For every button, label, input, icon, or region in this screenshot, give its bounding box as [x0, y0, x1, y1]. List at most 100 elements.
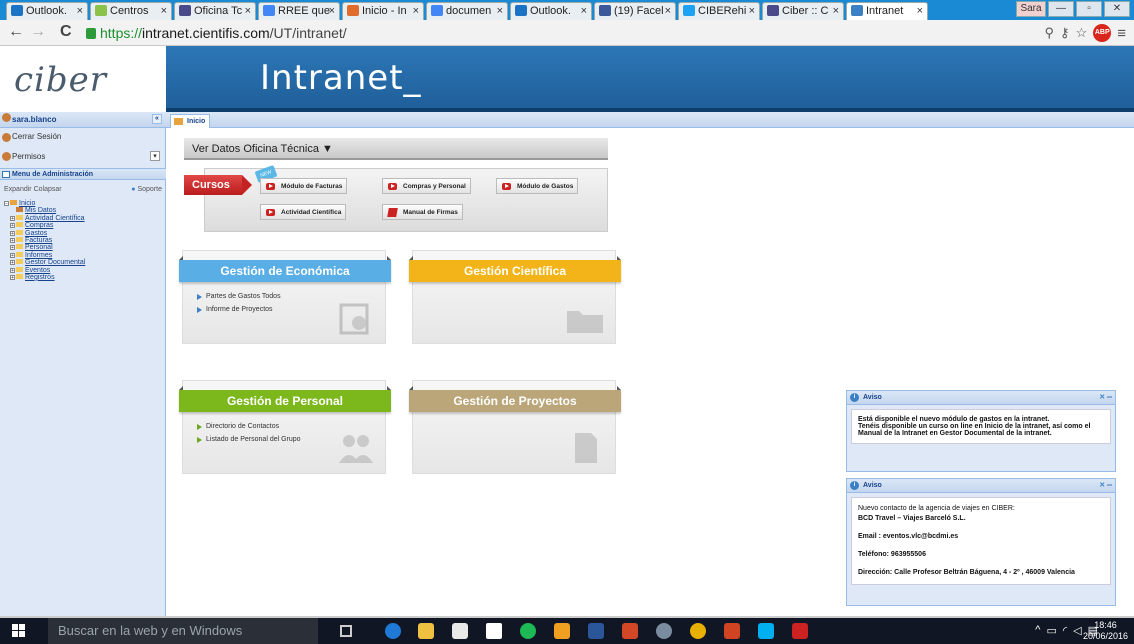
- expand-icon[interactable]: +: [10, 223, 15, 229]
- permisos-select[interactable]: Permisos ▾: [0, 148, 166, 164]
- minimize-icon[interactable]: ═: [1107, 394, 1112, 401]
- reload-icon[interactable]: C: [60, 23, 72, 41]
- browser-tab[interactable]: (19) Facel ×: [594, 2, 676, 20]
- browser-tab[interactable]: RREE que ×: [258, 2, 340, 20]
- windows-start-icon[interactable]: [12, 624, 26, 638]
- acrobat-icon[interactable]: [792, 623, 808, 639]
- close-icon[interactable]: ×: [413, 5, 419, 17]
- panel-link[interactable]: Directorio de Contactos: [197, 423, 301, 436]
- panel-title[interactable]: Gestión Científica: [409, 256, 621, 282]
- close-icon[interactable]: ×: [749, 5, 755, 17]
- clock[interactable]: 18:46 20/06/2016: [1083, 620, 1128, 642]
- close-icon[interactable]: ×: [77, 5, 83, 17]
- tree-node-label[interactable]: Inicio: [19, 200, 35, 207]
- expand-icon[interactable]: +: [10, 274, 15, 280]
- expand-icon[interactable]: +: [10, 237, 15, 243]
- panel-link[interactable]: Partes de Gastos Todos: [197, 293, 281, 306]
- store-icon[interactable]: [452, 623, 468, 639]
- aviso-tools[interactable]: ✕ ═: [1099, 481, 1112, 489]
- browser-tab[interactable]: Centros ×: [90, 2, 172, 20]
- tree-node-label[interactable]: Gestor Documental: [25, 259, 85, 266]
- close-icon[interactable]: ×: [833, 5, 839, 17]
- expand-icon[interactable]: +: [10, 245, 15, 251]
- minimize-icon[interactable]: ═: [1107, 482, 1112, 489]
- collapse-link[interactable]: Colapsar: [34, 186, 62, 193]
- close-icon[interactable]: ✕: [1099, 394, 1105, 401]
- support-link[interactable]: ● Soporte: [131, 186, 162, 193]
- expand-icon[interactable]: +: [10, 267, 15, 273]
- panel-title[interactable]: Gestión de Personal: [179, 386, 391, 412]
- ver-datos-dropdown[interactable]: Ver Datos Oficina Técnica ▼: [184, 138, 608, 160]
- browser-tab[interactable]: Ciber :: C ×: [762, 2, 844, 20]
- browser-tab[interactable]: Oficina Tc ×: [174, 2, 256, 20]
- powerpoint-icon[interactable]: [724, 623, 740, 639]
- tab-inicio[interactable]: Inicio: [170, 114, 211, 128]
- taskbar-search[interactable]: Buscar en la web y en Windows: [48, 618, 318, 644]
- curso-button[interactable]: Actividad Científica: [260, 204, 347, 220]
- tree-node[interactable]: + Registros: [4, 273, 85, 281]
- ciber-logo[interactable]: ciber: [14, 60, 107, 100]
- search-icon[interactable]: ⚲: [1045, 25, 1055, 41]
- tree-node-label[interactable]: Actividad Científica: [25, 215, 85, 222]
- edge-icon[interactable]: [385, 623, 401, 639]
- expand-icon[interactable]: +: [10, 230, 15, 236]
- file-explorer-icon[interactable]: [418, 623, 434, 639]
- close-icon[interactable]: ×: [329, 5, 335, 17]
- chrome-icon[interactable]: [690, 623, 706, 639]
- battery-icon[interactable]: ▭: [1046, 624, 1056, 637]
- expand-link[interactable]: Expandir: [4, 186, 32, 193]
- browser-tab[interactable]: Inicio - In ×: [342, 2, 424, 20]
- tree-node-label[interactable]: Personal: [25, 244, 53, 251]
- browser-tab[interactable]: Intranet ×: [846, 2, 928, 20]
- spotify-icon[interactable]: [520, 623, 536, 639]
- close-icon[interactable]: ×: [581, 5, 587, 17]
- logout-link[interactable]: Cerrar Sesión: [0, 132, 166, 142]
- paint-icon[interactable]: [656, 623, 672, 639]
- tree-node[interactable]: + Compras: [4, 222, 85, 229]
- tree-node[interactable]: + Gastos: [4, 229, 85, 237]
- tree-node-label[interactable]: Eventos: [25, 267, 50, 274]
- collapse-sidebar-button[interactable]: «: [152, 114, 162, 124]
- star-icon[interactable]: ☆: [1076, 25, 1088, 41]
- tree-node-label[interactable]: Informes: [25, 252, 52, 259]
- tree-node-label[interactable]: Compras: [25, 222, 53, 229]
- word-icon[interactable]: [588, 623, 604, 639]
- forward-icon[interactable]: →: [30, 23, 46, 41]
- minimize-icon[interactable]: —: [1048, 1, 1074, 17]
- app-icon[interactable]: [554, 623, 570, 639]
- url-field[interactable]: https://intranet.cientifis.com/UT/intran…: [86, 23, 1086, 43]
- close-icon[interactable]: ×: [245, 5, 251, 17]
- browser-tab[interactable]: CIBERehi ×: [678, 2, 760, 20]
- expand-icon[interactable]: +: [10, 215, 15, 221]
- collapse-icon[interactable]: −: [4, 201, 9, 207]
- task-view-icon[interactable]: [340, 625, 352, 637]
- close-icon[interactable]: ×: [917, 5, 923, 17]
- close-icon[interactable]: ✕: [1099, 482, 1105, 489]
- tree-node[interactable]: + Facturas: [4, 236, 85, 244]
- tree-node-label[interactable]: Registros: [25, 274, 55, 281]
- outlook-icon[interactable]: [622, 623, 638, 639]
- maximize-icon[interactable]: ▫: [1076, 1, 1102, 17]
- aviso-tools[interactable]: ✕ ═: [1099, 393, 1112, 401]
- home-icon[interactable]: [486, 623, 502, 639]
- tree-node[interactable]: − Inicio: [4, 200, 85, 207]
- back-icon[interactable]: ←: [8, 23, 24, 41]
- chevron-down-icon[interactable]: ▾: [150, 151, 160, 161]
- tree-node[interactable]: + Informes: [4, 251, 85, 259]
- menu-icon[interactable]: ≡: [1117, 25, 1126, 42]
- volume-icon[interactable]: ◁: [1073, 624, 1081, 637]
- tree-node[interactable]: + Actividad Científica: [4, 214, 85, 222]
- tree-node-label[interactable]: Gastos: [25, 230, 47, 237]
- tree-node[interactable]: Mis Datos: [4, 207, 85, 214]
- close-icon[interactable]: ×: [665, 5, 671, 17]
- close-icon[interactable]: ×: [497, 5, 503, 17]
- close-icon[interactable]: ×: [161, 5, 167, 17]
- tree-node[interactable]: + Eventos: [4, 266, 85, 274]
- chevron-up-icon[interactable]: ^: [1035, 624, 1040, 637]
- curso-button[interactable]: Módulo de Facturas: [260, 178, 348, 194]
- key-icon[interactable]: ⚷: [1060, 25, 1070, 41]
- curso-button[interactable]: Compras y Personal: [382, 178, 471, 194]
- expand-icon[interactable]: +: [10, 260, 15, 266]
- panel-title[interactable]: Gestión de Económica: [179, 256, 391, 282]
- browser-tab[interactable]: Outlook. ×: [6, 2, 88, 20]
